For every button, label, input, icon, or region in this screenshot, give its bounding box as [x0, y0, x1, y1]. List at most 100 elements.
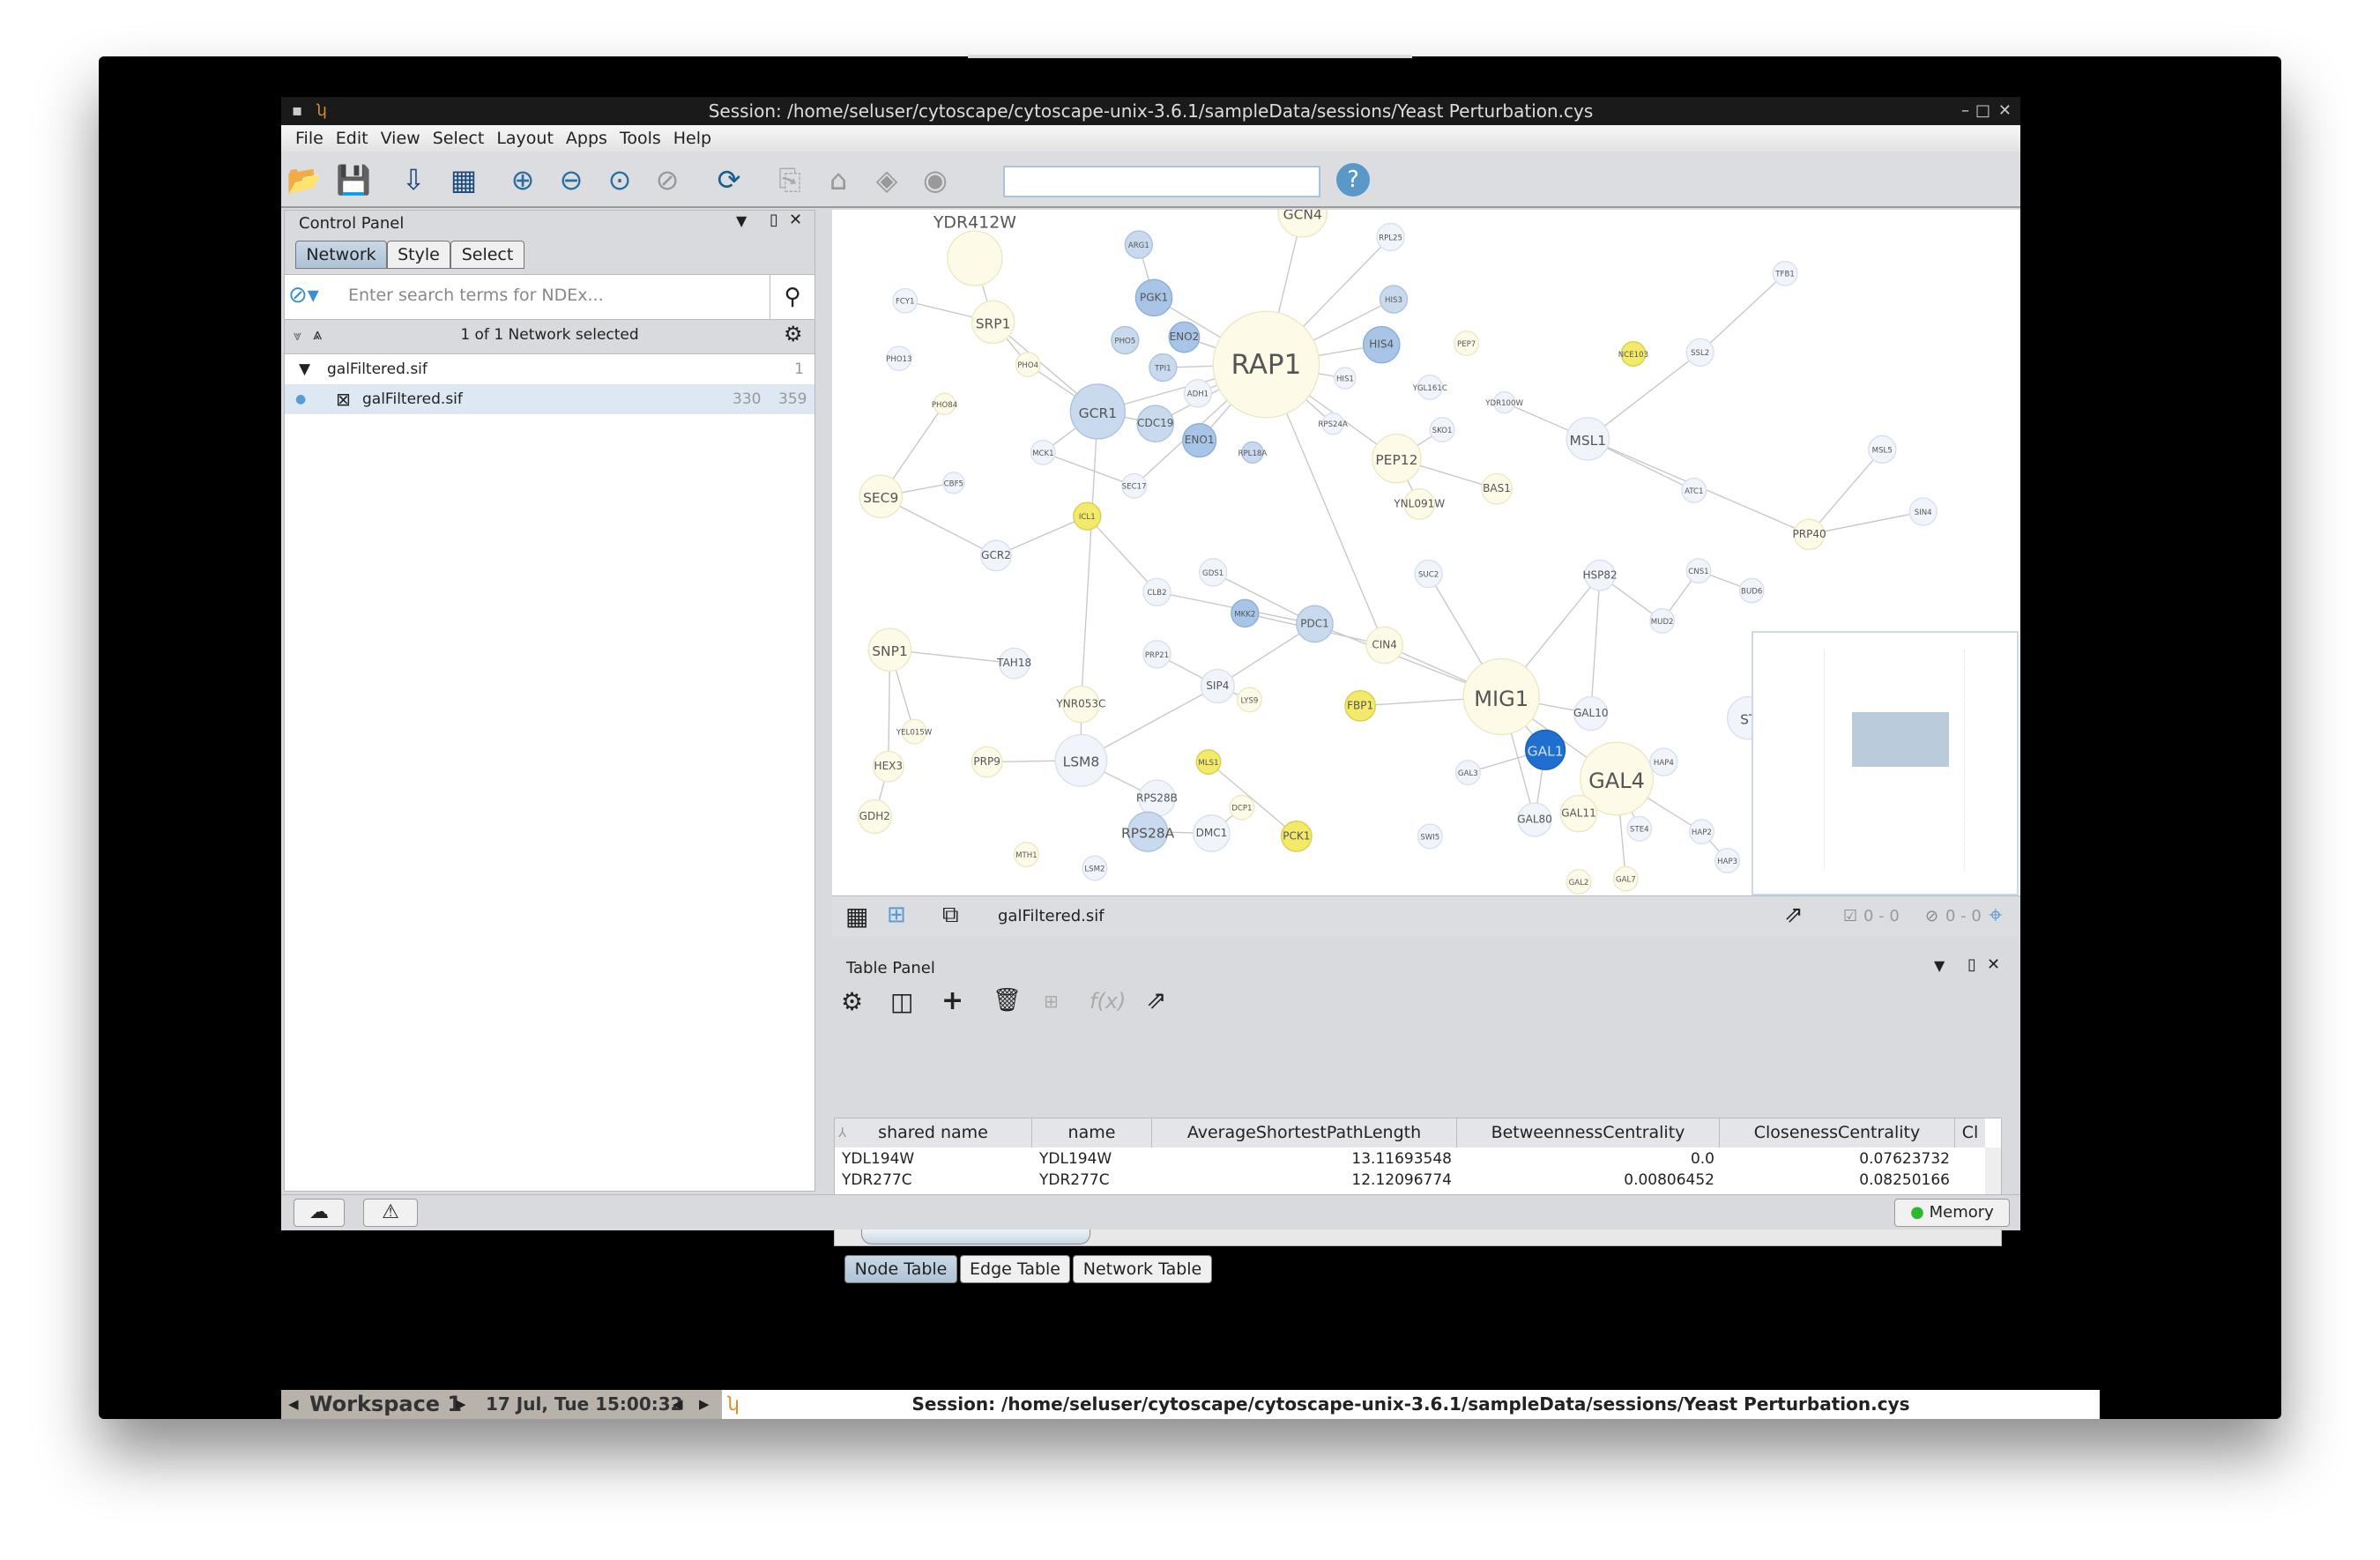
export-table-icon[interactable]: ⇗: [1146, 985, 1166, 1014]
open-folder-icon[interactable]: 📂: [286, 162, 322, 197]
network-node[interactable]: MSL1: [1566, 417, 1610, 461]
network-node[interactable]: PEP7: [1454, 331, 1480, 356]
tree-row-collection[interactable]: ▼ galFiltered.sif 1: [285, 354, 814, 384]
network-node[interactable]: YNR053C: [1055, 685, 1105, 724]
network-node[interactable]: SSL2: [1685, 338, 1714, 367]
minimize-button[interactable]: –: [1961, 97, 1969, 125]
detach-view-icon[interactable]: ⧉: [942, 902, 959, 929]
menu-apps[interactable]: Apps: [566, 129, 607, 148]
menu-edit[interactable]: Edit: [336, 129, 368, 148]
menu-view[interactable]: View: [381, 129, 420, 148]
close-panel-icon[interactable]: ✕: [1987, 955, 2000, 974]
network-node[interactable]: YDR100W: [1484, 390, 1524, 414]
network-node[interactable]: GCN4: [1277, 210, 1328, 238]
menu-help[interactable]: Help: [673, 129, 711, 148]
network-node[interactable]: GDS1: [1198, 558, 1228, 587]
network-node[interactable]: RPS24A: [1318, 412, 1348, 435]
link-table-icon[interactable]: ⊞: [1044, 991, 1059, 1012]
workspace-label[interactable]: Workspace 1: [309, 1390, 462, 1419]
prev-workspace-icon[interactable]: ◀: [288, 1390, 299, 1419]
warning-button[interactable]: ⚠: [363, 1199, 418, 1227]
maximize-button[interactable]: □: [1975, 97, 1990, 125]
network-node[interactable]: SRP1: [971, 300, 1015, 345]
network-node[interactable]: HIS3: [1379, 285, 1409, 314]
hide-icon[interactable]: ◈: [869, 162, 904, 197]
network-node[interactable]: PEP12: [1372, 434, 1422, 484]
network-node[interactable]: GAL2: [1566, 869, 1592, 895]
network-node[interactable]: HSP82: [1582, 559, 1618, 591]
taskbar-window-title[interactable]: Session: /home/seluser/cytoscape/cytosca…: [722, 1393, 2100, 1415]
network-node[interactable]: PHO84: [932, 392, 957, 416]
network-edge[interactable]: [1043, 451, 1134, 487]
tab-select[interactable]: Select: [450, 241, 524, 269]
network-node[interactable]: PRP40: [1793, 518, 1826, 551]
network-node[interactable]: RPS28A: [1121, 811, 1175, 852]
tab-node-table[interactable]: Node Table: [844, 1255, 957, 1283]
expand-triangle-icon[interactable]: ▼: [299, 354, 310, 384]
network-node[interactable]: CDC19: [1136, 405, 1175, 443]
column-header-name[interactable]: name: [1032, 1118, 1152, 1148]
network-node[interactable]: PRP21: [1142, 640, 1171, 669]
network-node[interactable]: LSM8: [1054, 733, 1108, 787]
network-node[interactable]: CBF5: [942, 472, 965, 494]
home-icon[interactable]: ⌂: [821, 162, 856, 197]
grid-view-icon[interactable]: ▦: [845, 902, 868, 931]
network-node[interactable]: DMC1: [1193, 814, 1231, 852]
menu-select[interactable]: Select: [433, 129, 485, 148]
network-edge[interactable]: [1080, 411, 1099, 705]
toolbar-search-input[interactable]: [1003, 166, 1320, 197]
memory-button[interactable]: ● Memory: [1894, 1199, 2010, 1227]
network-node[interactable]: GCR1: [1069, 383, 1127, 440]
zoom-selected-icon[interactable]: ⊘: [650, 162, 685, 197]
network-node[interactable]: TPI1: [1149, 353, 1178, 383]
network-node[interactable]: SNP1: [867, 628, 912, 672]
refresh-icon[interactable]: ⟳: [711, 162, 747, 197]
network-edge[interactable]: [1086, 516, 1157, 593]
network-node[interactable]: PDC1: [1296, 605, 1334, 643]
close-panel-icon[interactable]: ✕: [789, 211, 802, 229]
network-node[interactable]: GAL3: [1454, 760, 1481, 786]
column-header-avg-shortest-path[interactable]: AverageShortestPathLength: [1152, 1118, 1457, 1148]
network-node[interactable]: RPL25: [1376, 222, 1405, 252]
network-node[interactable]: ENO1: [1182, 423, 1217, 458]
network-node[interactable]: MUD2: [1649, 607, 1676, 634]
network-node[interactable]: HIS4: [1362, 325, 1401, 364]
tab-edge-table[interactable]: Edge Table: [960, 1255, 1070, 1283]
show-icon[interactable]: ◉: [918, 162, 953, 197]
show-columns-icon[interactable]: ◫: [890, 987, 913, 1016]
network-node[interactable]: BAS1: [1481, 472, 1513, 505]
column-header-shared-name[interactable]: ⅄ shared name: [835, 1118, 1032, 1148]
zoom-fit-icon[interactable]: ⊙: [602, 162, 637, 197]
network-node[interactable]: YDR412W: [933, 213, 1016, 286]
network-node[interactable]: MCK1: [1030, 439, 1056, 465]
network-node[interactable]: GAL10: [1573, 695, 1609, 732]
menu-layout[interactable]: Layout: [496, 129, 554, 148]
network-node[interactable]: FCY1: [892, 287, 919, 314]
network-node[interactable]: TAH18: [996, 647, 1031, 680]
network-node[interactable]: MTH1: [1013, 842, 1039, 867]
tab-network-table[interactable]: Network Table: [1073, 1255, 1212, 1283]
network-node[interactable]: SIN4: [1908, 497, 1937, 526]
tab-network[interactable]: Network: [295, 241, 387, 269]
save-icon[interactable]: 💾: [336, 162, 371, 197]
network-node[interactable]: ENO2: [1168, 321, 1201, 353]
network-node[interactable]: PRP9: [971, 746, 1003, 778]
column-header-clustering[interactable]: Cl: [1955, 1118, 1985, 1148]
network-node[interactable]: STE4: [1626, 815, 1653, 842]
network-node[interactable]: CLB2: [1142, 577, 1171, 606]
network-node[interactable]: CIN4: [1365, 626, 1404, 665]
network-node[interactable]: MIG1: [1462, 657, 1540, 736]
import-network-icon[interactable]: ⇩: [396, 162, 431, 197]
network-node[interactable]: YEL015W: [896, 718, 933, 745]
network-node[interactable]: SEC17: [1121, 472, 1148, 499]
network-node[interactable]: SEC9: [859, 474, 904, 519]
network-node[interactable]: GDH2: [857, 799, 892, 835]
table-row[interactable]: YDR277C YDR277C 12.12096774 0.00806452 0.082…: [835, 1170, 1985, 1191]
network-node[interactable]: CNS1: [1685, 558, 1712, 584]
tree-row-network[interactable]: ● ⊠ galFiltered.sif 330 359: [285, 384, 814, 414]
network-node[interactable]: RPS28B: [1136, 779, 1178, 818]
network-node[interactable]: HAP4: [1649, 747, 1678, 776]
ndex-search-input[interactable]: Enter search terms for NDEx...: [348, 286, 604, 305]
network-node[interactable]: MKK2: [1231, 598, 1260, 628]
network-node[interactable]: FBP1: [1344, 689, 1377, 722]
